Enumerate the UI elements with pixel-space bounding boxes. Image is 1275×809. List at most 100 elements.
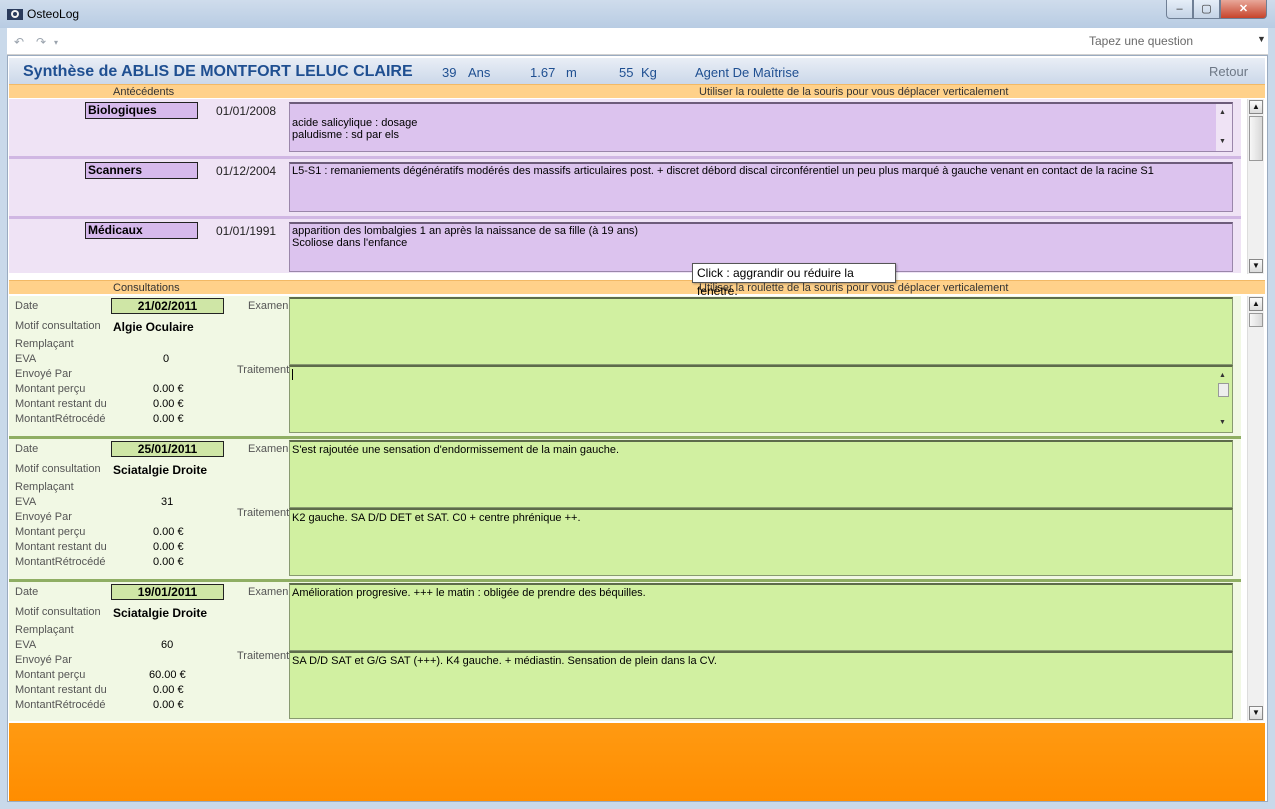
consultation-motif[interactable]: Sciatalgie Droite — [113, 606, 207, 620]
motif-label: Motif consultation — [15, 463, 101, 475]
title-bar: OsteoLog – ▢ ✕ — [0, 0, 1275, 28]
retour-button[interactable]: Retour — [1209, 64, 1248, 79]
scroll-up-button[interactable]: ▲ — [1249, 297, 1263, 311]
retrocede-label: MontantRétrocédé — [15, 699, 106, 711]
consultation-entry: Date 25/01/2011 Motif consultation Sciat… — [9, 439, 1241, 582]
traitement-field[interactable]: K2 gauche. SA D/D DET et SAT. C0 + centr… — [289, 508, 1233, 576]
scroll-up-icon[interactable]: ▲ — [1219, 370, 1226, 382]
app-logo-icon — [7, 9, 23, 20]
antecedent-text-scrollbar[interactable]: ▲ ▼ — [1216, 104, 1232, 151]
percu-label: Montant perçu — [15, 526, 86, 538]
antecedents-section-bar: Antécédents Utiliser la roulette de la s… — [9, 84, 1265, 98]
main-form: Synthèse de ABLIS DE MONTFORT LELUC CLAI… — [7, 55, 1268, 802]
antecedent-text[interactable]: L5-S1 : remaniements dégénératifs modéré… — [289, 162, 1233, 212]
consultations-hint: Utiliser la roulette de la souris pour v… — [699, 282, 1009, 294]
eva-label: EVA — [15, 353, 37, 365]
antecedent-text-content: acide salicylique : dosage paludisme : s… — [292, 117, 418, 141]
retrocede-value[interactable]: 0.00 € — [153, 556, 184, 568]
traitement-field[interactable]: SA D/D SAT et G/G SAT (+++). K4 gauche. … — [289, 651, 1233, 719]
eva-value[interactable]: 31 — [161, 496, 173, 508]
scroll-down-button[interactable]: ▼ — [1249, 259, 1263, 273]
traitement-label: Traitement — [237, 507, 290, 519]
scroll-down-button[interactable]: ▼ — [1249, 706, 1263, 720]
traitement-scrollbar[interactable]: ▲ ▼ — [1216, 367, 1232, 432]
patient-weight-unit: Kg — [641, 65, 657, 80]
retrocede-value[interactable]: 0.00 € — [153, 699, 184, 711]
percu-label: Montant perçu — [15, 669, 86, 681]
antecedent-row: Médicaux 01/01/1991 apparition des lomba… — [9, 219, 1241, 273]
consultation-date[interactable]: 25/01/2011 — [111, 441, 224, 457]
antecedents-list[interactable]: Biologiques 01/01/2008 acide salicylique… — [9, 99, 1241, 273]
patient-profession: Agent De Maîtrise — [695, 65, 800, 80]
eva-value[interactable]: 60 — [161, 639, 173, 651]
patient-height-unit: m — [566, 65, 577, 80]
patient-height: 1.67 — [530, 65, 556, 80]
ask-question-input[interactable]: Tapez une question — [1085, 31, 1255, 51]
examen-label: Examen — [248, 300, 289, 312]
scroll-up-button[interactable]: ▲ — [1249, 100, 1263, 114]
date-label: Date — [15, 586, 39, 598]
envoye-label: Envoyé Par — [15, 511, 72, 523]
page-title: Synthèse de ABLIS DE MONTFORT LELUC CLAI… — [23, 63, 413, 80]
examen-field[interactable] — [289, 297, 1233, 365]
percu-label: Montant perçu — [15, 383, 86, 395]
examen-label: Examen — [248, 443, 289, 455]
retrocede-label: MontantRétrocédé — [15, 413, 106, 425]
redo-icon[interactable]: ↷ — [36, 35, 46, 49]
examen-label: Examen — [248, 586, 289, 598]
consultations-list[interactable]: Date 21/02/2011 Motif consultation Algie… — [9, 296, 1241, 721]
dropdown-arrow-icon[interactable]: ▾ — [54, 38, 58, 47]
retrocede-value[interactable]: 0.00 € — [153, 413, 184, 425]
remplacant-label: Remplaçant — [15, 481, 74, 493]
restant-value[interactable]: 0.00 € — [153, 541, 184, 553]
minimize-button[interactable]: – — [1166, 0, 1193, 19]
percu-value[interactable]: 0.00 € — [153, 526, 184, 538]
undo-icon[interactable]: ↶ — [14, 35, 24, 49]
maximize-button[interactable]: ▢ — [1193, 0, 1220, 19]
consultation-motif[interactable]: Sciatalgie Droite — [113, 463, 207, 477]
motif-label: Motif consultation — [15, 320, 101, 332]
restant-value[interactable]: 0.00 € — [153, 684, 184, 696]
scroll-thumb[interactable] — [1249, 313, 1263, 327]
antecedents-label: Antécédents — [113, 86, 175, 98]
percu-value[interactable]: 60.00 € — [149, 669, 186, 681]
antecedent-category[interactable]: Biologiques — [85, 102, 198, 119]
consultation-entry: Date 19/01/2011 Motif consultation Sciat… — [9, 582, 1241, 721]
antecedent-category[interactable]: Médicaux — [85, 222, 198, 239]
patient-age: 39 — [442, 65, 457, 80]
remplacant-label: Remplaçant — [15, 624, 74, 636]
restant-value[interactable]: 0.00 € — [153, 398, 184, 410]
scroll-up-icon[interactable]: ▲ — [1219, 107, 1226, 119]
consultation-date[interactable]: 21/02/2011 — [111, 298, 224, 314]
scroll-down-icon[interactable]: ▼ — [1219, 417, 1226, 429]
antecedent-row: Biologiques 01/01/2008 acide salicylique… — [9, 99, 1241, 159]
examen-field[interactable]: Amélioration progresive. +++ le matin : … — [289, 583, 1233, 651]
envoye-label: Envoyé Par — [15, 654, 72, 666]
antecedent-row: Scanners 01/12/2004 L5-S1 : remaniements… — [9, 159, 1241, 219]
consultations-label: Consultations — [113, 282, 180, 294]
text-cursor — [292, 369, 293, 380]
patient-weight: 55 — [619, 65, 634, 80]
consultations-scrollbar[interactable]: ▲ ▼ — [1247, 296, 1264, 721]
traitement-field[interactable]: ▲ ▼ — [289, 365, 1233, 433]
percu-value[interactable]: 0.00 € — [153, 383, 184, 395]
examen-field[interactable]: S'est rajoutée une sensation d'endormiss… — [289, 440, 1233, 508]
patient-age-unit: Ans — [468, 65, 491, 80]
consultation-date[interactable]: 19/01/2011 — [111, 584, 224, 600]
scroll-thumb[interactable] — [1218, 383, 1229, 397]
antecedents-scrollbar[interactable]: ▲ ▼ — [1247, 99, 1264, 274]
antecedents-hint: Utiliser la roulette de la souris pour v… — [699, 86, 1009, 98]
eva-label: EVA — [15, 639, 37, 651]
scroll-down-icon[interactable]: ▼ — [1219, 136, 1226, 148]
close-button[interactable]: ✕ — [1220, 0, 1267, 19]
ask-dropdown-icon[interactable]: ▼ — [1257, 34, 1266, 44]
consultation-motif[interactable]: Algie Oculaire — [113, 320, 194, 334]
antecedent-category[interactable]: Scanners — [85, 162, 198, 179]
scroll-thumb[interactable] — [1249, 116, 1263, 161]
eva-value[interactable]: 0 — [163, 353, 169, 365]
antecedent-date: 01/12/2004 — [216, 164, 277, 178]
date-label: Date — [15, 443, 39, 455]
antecedent-date: 01/01/2008 — [216, 104, 277, 118]
restant-label: Montant restant du — [15, 398, 107, 410]
antecedent-text[interactable]: acide salicylique : dosage paludisme : s… — [289, 102, 1233, 152]
